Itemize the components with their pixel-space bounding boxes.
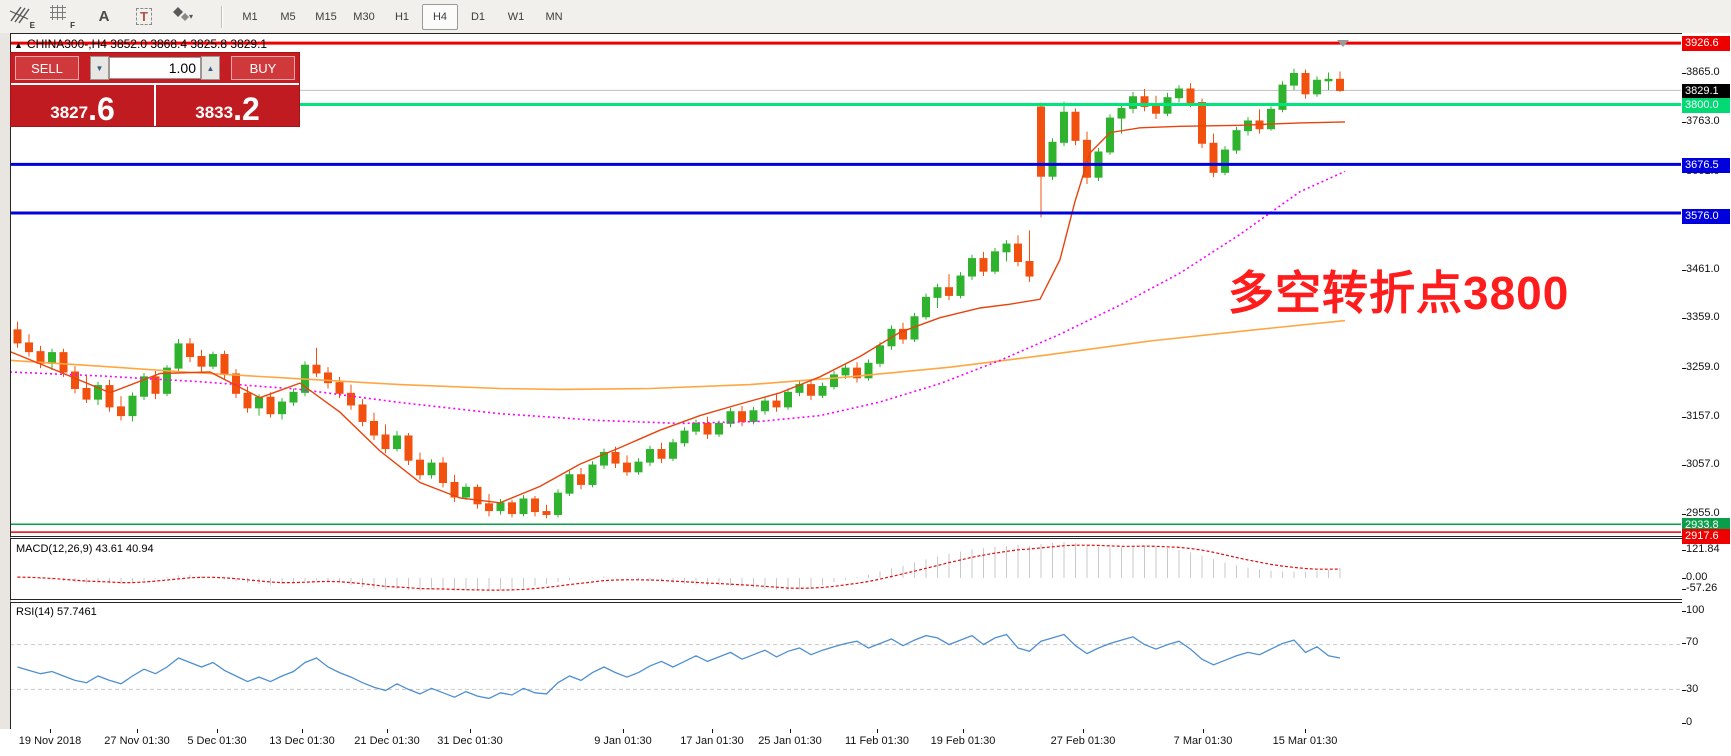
axis-tick-label: -57.26 — [1686, 582, 1717, 594]
trade-panel-top-row: SELL ▼ ▲ BUY — [11, 53, 299, 83]
sell-price-int: 3827 — [50, 104, 88, 121]
buy-price-box[interactable]: 3833 .2 — [156, 85, 299, 126]
mt4-chart-window: E F A T ▾ M1M5M15M30H1H4D — [0, 0, 1731, 756]
axis-price-chip: 3676.5 — [1682, 158, 1730, 173]
axis-tick-label: 3057.0 — [1686, 458, 1720, 470]
chart-title: ▲ CHINA300-,H4 3852.0 3868.4 3825.8 3829.… — [14, 37, 267, 51]
ma-fast-line — [10, 122, 1345, 503]
axis-price-chip: 3926.6 — [1682, 36, 1730, 51]
one-click-trade-panel: SELL ▼ ▲ BUY 3827 .6 3833 .2 — [11, 53, 299, 126]
axis-tick-label: 3157.0 — [1686, 410, 1720, 422]
axis-price-chip: 2917.6 — [1682, 529, 1730, 544]
axis-tick-label: 3259.0 — [1686, 361, 1720, 373]
axis-tick-label: 100 — [1686, 604, 1704, 616]
axis-tick-label: 70 — [1686, 636, 1698, 648]
macd-signal-line — [18, 545, 1341, 590]
ma-mid-line — [10, 171, 1345, 423]
axis-tick-label: 121.84 — [1686, 543, 1720, 555]
candlestick-series — [14, 69, 1344, 519]
rsi-layer — [10, 635, 1682, 699]
volume-increase-button[interactable]: ▲ — [201, 56, 220, 80]
rsi-line — [18, 635, 1341, 699]
axis-tick-label: 30 — [1686, 683, 1698, 695]
chart-title-text: CHINA300-,H4 3852.0 3868.4 3825.8 3829.1 — [27, 37, 267, 51]
axis-price-chip: 3829.1 — [1682, 84, 1730, 99]
buy-price-int: 3833 — [195, 104, 233, 121]
axis-price-chip: 3800.0 — [1682, 98, 1730, 113]
axis-price-chip: 3576.0 — [1682, 209, 1730, 224]
axis-tick-label: 0 — [1686, 716, 1692, 728]
symbol-marker-icon: ▲ — [14, 40, 23, 50]
macd-layer — [18, 542, 1341, 591]
axis-tick-label: 3359.0 — [1686, 311, 1720, 323]
sell-price-box[interactable]: 3827 .6 — [11, 85, 156, 126]
volume-decrease-button[interactable]: ▼ — [90, 56, 109, 80]
chart-shift-marker-icon[interactable] — [1337, 40, 1349, 47]
buy-button[interactable]: BUY — [231, 56, 295, 80]
sell-button[interactable]: SELL — [15, 56, 79, 80]
macd-indicator-label: MACD(12,26,9) 43.61 40.94 — [16, 543, 154, 555]
axis-tick-label: 3865.0 — [1686, 66, 1720, 78]
axis-tick-label: 3763.0 — [1686, 115, 1720, 127]
sell-price-frac: .6 — [88, 96, 115, 123]
chart-annotation: 多空转折点3800 — [1228, 268, 1569, 319]
buy-price-frac: .2 — [233, 96, 260, 123]
axis-tick-label: 3461.0 — [1686, 263, 1720, 275]
macd-histogram — [18, 542, 1341, 591]
trade-panel-prices: 3827 .6 3833 .2 — [11, 83, 299, 126]
rsi-indicator-label: RSI(14) 57.7461 — [16, 606, 97, 618]
volume-input[interactable] — [109, 57, 201, 79]
